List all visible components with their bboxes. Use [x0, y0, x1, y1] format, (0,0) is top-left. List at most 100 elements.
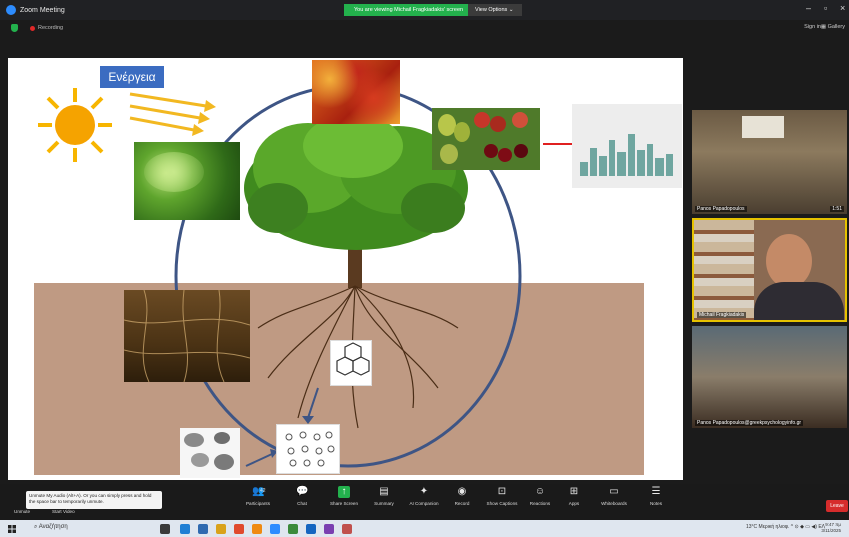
participant-video-3[interactable]: Panos Papadopoulos@greekpsychologyinfo.g… — [692, 326, 847, 428]
speaker-shirt — [754, 282, 844, 320]
chat-label: Chat — [297, 501, 307, 506]
cubes-icon — [336, 342, 370, 376]
cherry-fruit — [484, 144, 498, 158]
notes-button[interactable]: ☰ Notes — [634, 486, 678, 506]
cube-structure-image — [330, 340, 372, 386]
task-view-icon[interactable] — [160, 524, 170, 534]
arrow-rocks-to-particles — [245, 453, 273, 467]
share-screen-button[interactable]: ↑ Share Screen — [322, 486, 366, 506]
green-leaves-photo — [134, 142, 240, 220]
taskbar-search-label: Αναζήτηση — [38, 524, 68, 530]
whiteboard-icon: ▭ — [609, 486, 619, 497]
cherry-fruit — [514, 144, 528, 158]
share-screen-label: Share Screen — [329, 501, 359, 506]
view-options-label: View Options — [475, 7, 508, 13]
record-icon: ◉ — [457, 486, 467, 497]
teams-icon[interactable] — [198, 524, 208, 534]
energy-label: Ενέργεια — [100, 66, 164, 88]
record-label: Record — [454, 501, 470, 506]
taskbar-search[interactable]: ⌕ Αναζήτηση — [34, 524, 68, 531]
maximize-icon[interactable]: ▫ — [824, 3, 827, 13]
fruits-photo — [432, 108, 540, 170]
encryption-shield-icon — [11, 24, 18, 32]
sun-icon — [38, 88, 112, 162]
apps-button[interactable]: ⊞ Apps — [552, 486, 596, 506]
gallery-view-button[interactable]: ▦ Gallery — [821, 24, 845, 30]
window-title: Zoom Meeting — [20, 6, 65, 14]
participants-label: Participants — [245, 501, 270, 506]
system-tray[interactable]: 13°C Μερική ηλιοφ. ^ ⊙ ◆ ▭ ◀) ΕΛ — [746, 524, 825, 530]
whiteboards-label: Whiteboards — [601, 501, 627, 506]
apps-label: Apps — [568, 501, 580, 506]
onenote-icon[interactable] — [324, 524, 334, 534]
apple-fruit — [512, 112, 528, 128]
participant-video-1[interactable]: Panos Papadopoulos 1:51 — [692, 110, 847, 214]
roots-photo — [124, 290, 250, 382]
file-explorer-icon[interactable] — [216, 524, 226, 534]
apple-fruit — [474, 112, 490, 128]
sun-rays-arrows — [129, 92, 216, 136]
participant-extra: 1:51 — [830, 206, 844, 212]
arrow-crystal-to-particles — [307, 387, 319, 419]
cherry-fruit — [498, 148, 512, 162]
autumn-leaves-photo — [312, 60, 400, 124]
rocks-icon — [184, 432, 234, 470]
view-options-button[interactable]: View Options ⌄ — [468, 4, 522, 16]
unmute-button[interactable]: Unmute — [14, 509, 30, 514]
summary-label: Summary — [374, 501, 394, 506]
bookshelf — [694, 220, 754, 320]
apps-icon: ⊞ — [569, 486, 579, 497]
powerpoint-icon[interactable] — [342, 524, 352, 534]
sign-in-link[interactable]: Sign in — [804, 24, 821, 30]
windows-taskbar: ⌕ Αναζήτηση 13°C Μερική ηλιοφ. ^ ⊙ ◆ ▭ ◀… — [0, 520, 849, 537]
arrowhead-crystal — [302, 416, 314, 424]
ai-companion-label: AI Companion — [409, 501, 439, 506]
weather-temp: 13°C — [745, 524, 758, 530]
participant-video-2[interactable]: Michail Fragkiadakis — [692, 218, 847, 322]
record-button[interactable]: ◉ Record — [440, 486, 484, 506]
recording-label: Recording — [38, 25, 64, 31]
zoom-taskbar-icon[interactable] — [270, 524, 280, 534]
summary-button[interactable]: ▤ Summary — [362, 486, 406, 506]
participant-video-panel: Panos Papadopoulos 1:51 Michail Fragkiad… — [690, 110, 849, 430]
summary-icon: ▤ — [379, 486, 389, 497]
store-icon[interactable] — [234, 524, 244, 534]
whiteboards-button[interactable]: ▭ Whiteboards — [592, 486, 636, 506]
ai-companion-icon: ✦ — [419, 486, 429, 497]
reactions-icon: ☺ — [534, 486, 546, 497]
projected-screen — [742, 116, 784, 138]
zoom-window: Zoom Meeting You are viewing Michail Fra… — [0, 0, 849, 537]
close-icon[interactable]: × — [840, 3, 845, 13]
word-icon[interactable] — [306, 524, 316, 534]
chat-button[interactable]: 💬 Chat — [280, 486, 324, 506]
start-video-button[interactable]: Start Video — [52, 509, 75, 514]
captions-icon: ⊡ — [497, 486, 507, 497]
clock-date: 3/11/2025 — [821, 528, 841, 533]
chrome-icon[interactable] — [288, 524, 298, 534]
speaker-face — [766, 234, 812, 288]
notes-icon: ☰ — [651, 486, 661, 497]
rocks-image — [180, 428, 240, 478]
participant-count: 42 — [260, 488, 266, 494]
apple-fruit — [490, 116, 506, 132]
reactions-label: Reactions — [529, 501, 551, 506]
windows-start-icon[interactable] — [8, 525, 16, 533]
gallery-label: Gallery — [827, 24, 845, 30]
app-icon[interactable] — [252, 524, 262, 534]
pear-fruit — [440, 144, 458, 164]
notes-label: Notes — [649, 501, 662, 506]
particles-icon — [285, 431, 335, 467]
taskbar-clock[interactable]: 9:47 πμ 3/11/2025 — [821, 522, 841, 534]
minimize-icon[interactable]: – — [806, 3, 811, 13]
chat-icon: 💬 — [296, 486, 309, 497]
participants-button[interactable]: 👥 Participants — [236, 486, 280, 506]
city-skyline-image — [572, 104, 682, 188]
participant-name: Michail Fragkiadakis — [697, 312, 747, 318]
edge-icon[interactable] — [180, 524, 190, 534]
leave-button[interactable]: Leave — [826, 500, 848, 512]
roots-lines — [124, 290, 250, 382]
weather-text: Μερική ηλιοφ. — [758, 524, 790, 530]
nutrient-particles-image — [276, 424, 340, 474]
pear-fruit — [454, 122, 470, 142]
participant-name: Panos Papadopoulos — [695, 206, 747, 212]
